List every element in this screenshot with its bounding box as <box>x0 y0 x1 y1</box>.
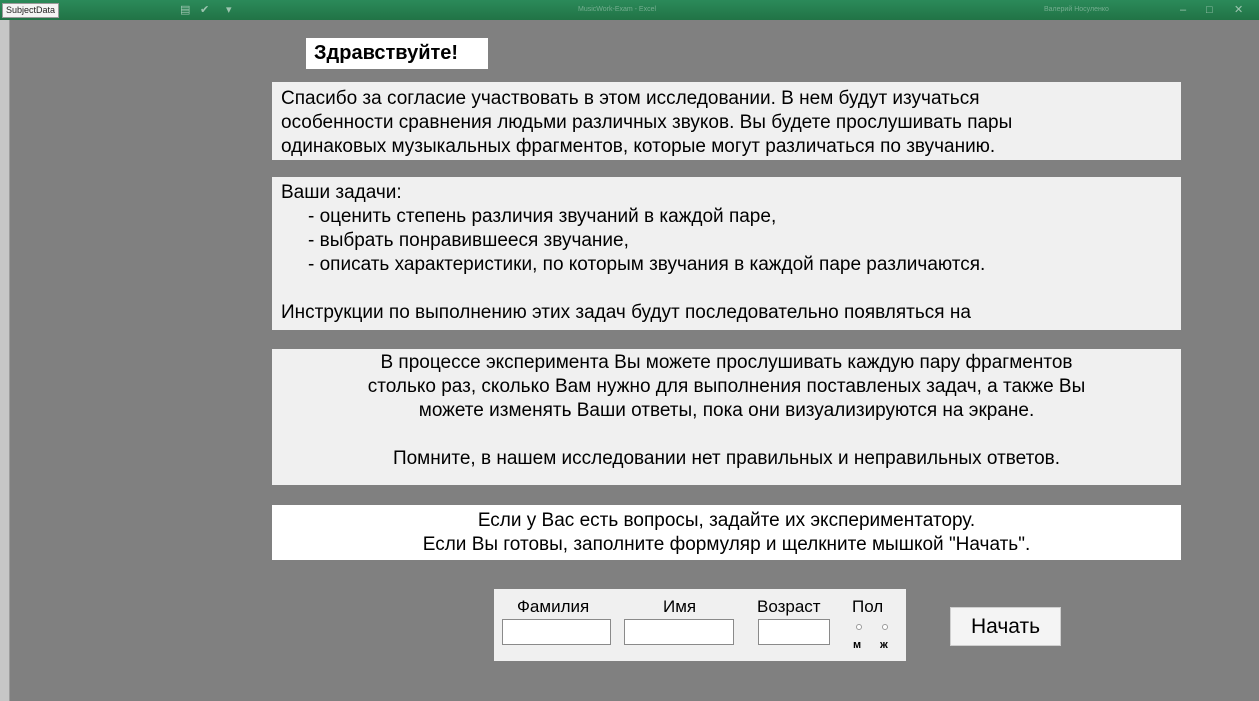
tasks-panel: Ваши задачи: - оценить степень различия … <box>272 177 1181 330</box>
surname-label: Фамилия <box>517 597 590 616</box>
intro-panel: Спасибо за согласие участвовать в этом и… <box>272 82 1181 160</box>
sex-male-radio[interactable] <box>856 624 862 630</box>
intro-line: Спасибо за согласие участвовать в этом и… <box>281 88 980 109</box>
process-note: Помните, в нашем исследовании нет правил… <box>392 448 1061 469</box>
sex-label: Пол <box>852 597 884 616</box>
name-input[interactable] <box>624 619 734 645</box>
process-line: можете изменять Ваши ответы, пока они ви… <box>418 400 1035 421</box>
greeting-title: Здравствуйте! <box>306 38 488 69</box>
subject-form: Фамилия Имя Возраст Пол м ж <box>494 589 906 661</box>
age-input[interactable] <box>758 619 830 645</box>
name-label: Имя <box>663 597 697 616</box>
sex-female-radio[interactable] <box>882 624 888 630</box>
tasks-footer: Инструкции по выполнению этих задач буду… <box>281 302 971 323</box>
intro-line: одинаковых музыкальных фрагментов, котор… <box>281 136 996 157</box>
minimize-icon[interactable]: – <box>1180 4 1186 16</box>
task-item: - выбрать понравившееся звучание, <box>308 230 629 251</box>
window-title: MusicWork-Exam - Excel <box>578 6 657 13</box>
save-icon[interactable]: ▤ <box>180 4 190 16</box>
process-line: столько раз, сколько Вам нужно для выпол… <box>367 376 1086 397</box>
intro-line: особенности сравнения людьми различных з… <box>281 112 1013 133</box>
questions-line: Если Вы готовы, заполните формуляр и щел… <box>422 534 1031 555</box>
process-panel: В процессе эксперимента Вы можете прослу… <box>272 349 1181 485</box>
sex-male-label: м <box>853 639 862 651</box>
window-left-edge <box>0 20 10 701</box>
maximize-icon[interactable]: □ <box>1206 4 1213 16</box>
age-label: Возраст <box>757 597 821 616</box>
questions-panel: Если у Вас есть вопросы, задайте их эксп… <box>272 505 1181 560</box>
close-icon[interactable]: ✕ <box>1234 4 1243 16</box>
sex-female-label: ж <box>880 639 888 651</box>
questions-line: Если у Вас есть вопросы, задайте их эксп… <box>477 510 976 531</box>
start-button[interactable]: Начать <box>950 607 1061 646</box>
task-item: - описать характеристики, по которым зву… <box>308 254 986 275</box>
tasks-heading: Ваши задачи: <box>281 182 402 203</box>
check-icon[interactable]: ✔ <box>200 4 209 16</box>
user-name: Валерий Носуленко <box>1044 6 1109 13</box>
task-item: - оценить степень различия звучаний в ка… <box>308 206 777 227</box>
process-line: В процессе эксперимента Вы можете прослу… <box>380 352 1073 373</box>
surname-input[interactable] <box>502 619 611 645</box>
sheet-tab[interactable]: SubjectData <box>2 3 60 18</box>
window-title-bar: SubjectData ▤ ✔ ▾ MusicWork-Exam - Excel… <box>0 0 1259 20</box>
dropdown-icon[interactable]: ▾ <box>226 4 232 16</box>
